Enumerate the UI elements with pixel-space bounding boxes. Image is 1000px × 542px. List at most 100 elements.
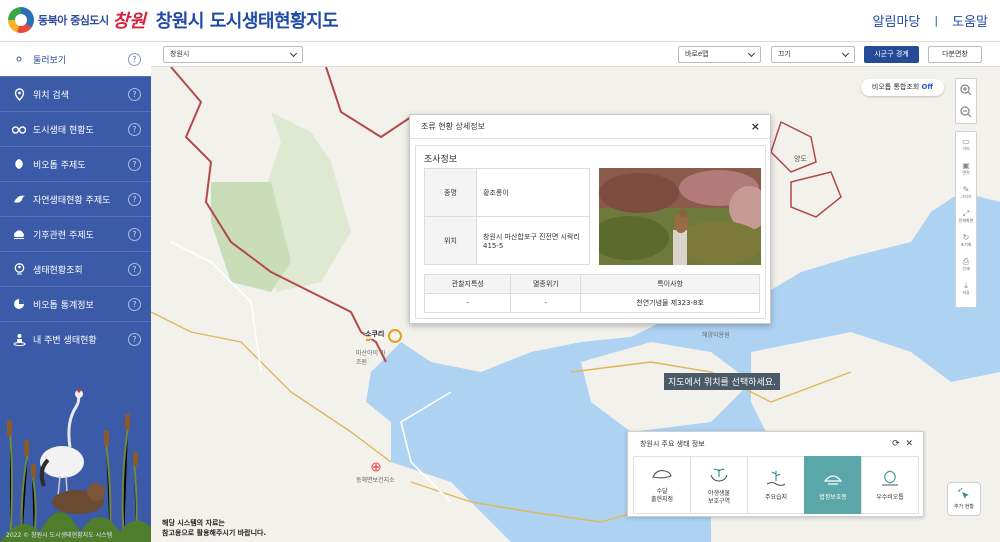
- col-endangered: 멸종위기: [510, 274, 582, 294]
- sidebar-item-label: 기후관련 주제도: [33, 230, 94, 241]
- zoom-in-icon[interactable]: [956, 79, 976, 101]
- sidebar-item-1[interactable]: 위치 검색?: [0, 77, 151, 112]
- pencil-icon: ✎: [962, 184, 970, 194]
- sidebar-item-0[interactable]: 둘러보기?: [0, 42, 151, 77]
- help-icon[interactable]: ?: [128, 88, 141, 101]
- notice-line-1: 해당 시스템의 자료는: [162, 519, 225, 527]
- eco-item-hands-plant[interactable]: 야생생물 보호구역: [690, 456, 748, 514]
- tool-reset[interactable]: ↻ 초기화: [956, 228, 976, 252]
- sidebar-item-label: 둘러보기: [33, 55, 67, 66]
- tool-area[interactable]: ▣ 면적: [956, 156, 976, 180]
- split-view-button[interactable]: 다분면창: [928, 46, 982, 63]
- nav-notice-link[interactable]: 알림마당: [873, 11, 921, 30]
- sidebar-item-7[interactable]: 비오톱 통계정보?: [0, 287, 151, 322]
- sidebar-item-label: 위치 검색: [33, 90, 69, 101]
- popup-body: 조사정보 종명 황조롱이 위치 창원시 마산합포구 진전면 시락리 415-5: [415, 145, 766, 319]
- sidebar-item-3[interactable]: 비오톱 주제도?: [0, 147, 151, 182]
- city-logo[interactable]: 동북아 중심도시 창원 창원시 도시생태현황지도: [8, 6, 339, 34]
- tool-label: 면적: [962, 169, 970, 175]
- region-select[interactable]: 창원시: [163, 46, 303, 63]
- notice-line-2: 참고용으로 활용해주시기 바랍니다.: [162, 529, 267, 537]
- map-toolbar: 창원시 바로e맵 끄기 시군구 경계 다분면창: [151, 42, 1000, 67]
- tool-label: 전체화면: [958, 217, 974, 223]
- add-status-button[interactable]: 추가 현황: [947, 482, 981, 516]
- eco-item-label: 법정보호종: [819, 493, 847, 501]
- zoom-out-icon[interactable]: [956, 101, 976, 123]
- bird-icon: [12, 192, 26, 206]
- popup-close-icon[interactable]: ×: [751, 115, 760, 139]
- help-icon[interactable]: ?: [128, 53, 141, 66]
- eco-items: 수달 출현지점 야생생물 보호구역 주요습지 법정보호종 우수비오톱: [633, 456, 919, 514]
- tool-label: 인쇄: [962, 265, 970, 271]
- map-hint-tooltip: 지도에서 위치를 선택하세요.: [664, 373, 780, 390]
- app-header: 동북아 중심도시 창원 창원시 도시생태현황지도 알림마당 | 도움말: [0, 0, 1000, 42]
- tool-pencil[interactable]: ✎ 그리기: [956, 180, 976, 204]
- close-icon[interactable]: ✕: [905, 439, 913, 449]
- species-value: 황조롱이: [476, 168, 590, 217]
- biotope-icon: [879, 469, 901, 494]
- biotope-toggle[interactable]: 비오톱 통합조회 Off: [861, 79, 944, 96]
- survey-section-title: 조사정보: [424, 155, 458, 165]
- remarks-value: 천연기념물 제323-8호: [580, 293, 760, 313]
- zoom-control: [955, 78, 977, 124]
- site-title: 창원시 도시생태현황지도: [155, 11, 339, 32]
- layer-select[interactable]: 끄기: [771, 46, 855, 63]
- help-icon[interactable]: ?: [128, 228, 141, 241]
- tool-download[interactable]: ⤓ 저장: [956, 276, 976, 300]
- eco-item-otter[interactable]: 수달 출현지점: [633, 456, 691, 514]
- basemap-select[interactable]: 바로e맵: [678, 46, 761, 63]
- help-icon[interactable]: ?: [128, 193, 141, 206]
- person-pin-icon: [12, 262, 26, 276]
- sidebar-item-label: 자연생태현황 주제도: [33, 195, 111, 206]
- sidebar-item-4[interactable]: 자연생태현황 주제도?: [0, 182, 151, 217]
- sidebar-menu: 둘러보기? 위치 검색? 도시생태 현황도? 비오톱 주제도? 자연생태현황 주제도? 기…: [0, 42, 151, 357]
- poi-park-label: 해양이용원: [702, 332, 730, 339]
- eco-panel-title: 창원시 주요 생태 정보: [640, 440, 705, 448]
- nav-help-link[interactable]: 도움말: [952, 11, 988, 30]
- boundary-button[interactable]: 시군구 경계: [864, 46, 919, 63]
- help-icon[interactable]: ?: [128, 263, 141, 276]
- col-remarks: 특이사항: [580, 274, 760, 294]
- sidebar-item-label: 도시생태 현황도: [33, 125, 94, 136]
- health-center-icon: [371, 462, 381, 472]
- endangered-value: -: [510, 293, 582, 313]
- tool-label: 초기화: [960, 241, 972, 247]
- download-icon: ⤓: [964, 280, 968, 290]
- col-habitat: 관찰지특성: [423, 274, 512, 294]
- help-icon[interactable]: ?: [128, 333, 141, 346]
- eco-item-wetland[interactable]: 주요습지: [747, 456, 805, 514]
- tool-print[interactable]: ⎙ 인쇄: [956, 252, 976, 276]
- help-icon[interactable]: ?: [128, 298, 141, 311]
- sidebar-item-2[interactable]: 도시생태 현황도?: [0, 112, 151, 147]
- refresh-icon[interactable]: ⟳: [892, 439, 900, 449]
- poi-wetland-label: 마산아이 라조원: [356, 350, 386, 366]
- binoculars-icon: [12, 122, 26, 136]
- pie-chart-icon: [12, 297, 26, 311]
- eco-info-panel: 창원시 주요 생태 정보 ⟳ ✕ 수달 출현지점 야생생물 보호구역 주요습지 법정보…: [627, 431, 924, 517]
- help-icon[interactable]: ?: [128, 123, 141, 136]
- tool-fullscreen[interactable]: ⤢ 전체화면: [956, 204, 976, 228]
- tool-label: 거리: [962, 145, 970, 151]
- tool-label: 그리기: [960, 193, 972, 199]
- bird-detail-popup: 조류 현황 상세정보 × 조사정보 종명 황조롱이 위치 창원시 마산합포구 진…: [409, 114, 771, 324]
- eco-item-biotope[interactable]: 우수비오톱: [861, 456, 919, 514]
- cloud-icon: [12, 227, 26, 241]
- sidebar-item-label: 비오톱 통계정보: [33, 300, 94, 311]
- tool-label: 저장: [962, 289, 970, 295]
- sidebar-item-label: 비오톱 주제도: [33, 160, 86, 171]
- table-row: 위치 창원시 마산합포구 진전면 시락리 415-5: [424, 216, 590, 265]
- tool-ruler[interactable]: ▭ 거리: [956, 132, 976, 156]
- otter-icon: [651, 467, 673, 488]
- popup-header: 조류 현황 상세정보 ×: [410, 115, 770, 139]
- leaf-icon: [12, 157, 26, 171]
- crane-otter-illustration: [0, 352, 151, 542]
- hands-plant-icon: [709, 465, 729, 490]
- disclaimer-notice: 해당 시스템의 자료는 참고용으로 활용해주시기 바랍니다.: [162, 518, 266, 538]
- sidebar: 둘러보기? 위치 검색? 도시생태 현황도? 비오톱 주제도? 자연생태현황 주제도? 기…: [0, 42, 151, 542]
- marker-label[interactable]: 소쿠리: [365, 329, 385, 339]
- top-nav: 알림마당 | 도움말: [873, 11, 988, 30]
- sidebar-item-5[interactable]: 기후관련 주제도?: [0, 217, 151, 252]
- sidebar-item-6[interactable]: 생태현황조회?: [0, 252, 151, 287]
- eco-item-protected-species[interactable]: 법정보호종: [804, 456, 862, 514]
- help-icon[interactable]: ?: [128, 158, 141, 171]
